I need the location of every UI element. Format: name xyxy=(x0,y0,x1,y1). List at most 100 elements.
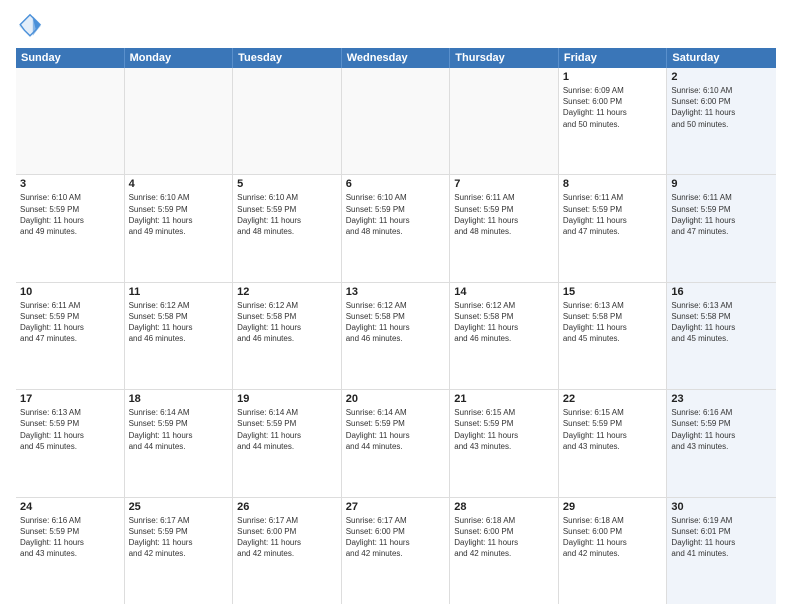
day-number: 30 xyxy=(671,501,772,513)
day-number: 15 xyxy=(563,286,663,298)
header xyxy=(16,12,776,40)
cell-info: Sunrise: 6:17 AM Sunset: 5:59 PM Dayligh… xyxy=(129,515,229,560)
cell-info: Sunrise: 6:09 AM Sunset: 6:00 PM Dayligh… xyxy=(563,85,663,130)
weekday-header: Friday xyxy=(559,48,668,68)
cell-info: Sunrise: 6:11 AM Sunset: 5:59 PM Dayligh… xyxy=(563,192,663,237)
calendar-cell xyxy=(125,68,234,174)
calendar-cell: 16 Sunrise: 6:13 AM Sunset: 5:58 PM Dayli… xyxy=(667,283,776,389)
day-number: 2 xyxy=(671,71,772,83)
page: SundayMondayTuesdayWednesdayThursdayFrid… xyxy=(0,0,792,612)
day-number: 24 xyxy=(20,501,120,513)
day-number: 4 xyxy=(129,178,229,190)
day-number: 1 xyxy=(563,71,663,83)
day-number: 7 xyxy=(454,178,554,190)
calendar-cell: 1 Sunrise: 6:09 AM Sunset: 6:00 PM Daylig… xyxy=(559,68,668,174)
day-number: 25 xyxy=(129,501,229,513)
calendar-cell xyxy=(233,68,342,174)
calendar-cell: 22 Sunrise: 6:15 AM Sunset: 5:59 PM Dayli… xyxy=(559,390,668,496)
day-number: 17 xyxy=(20,393,120,405)
cell-info: Sunrise: 6:11 AM Sunset: 5:59 PM Dayligh… xyxy=(454,192,554,237)
cell-info: Sunrise: 6:13 AM Sunset: 5:58 PM Dayligh… xyxy=(563,300,663,345)
day-number: 8 xyxy=(563,178,663,190)
weekday-header: Sunday xyxy=(16,48,125,68)
day-number: 21 xyxy=(454,393,554,405)
day-number: 13 xyxy=(346,286,446,298)
calendar-cell xyxy=(450,68,559,174)
calendar-cell: 10Sunrise: 6:11 AM Sunset: 5:59 PM Dayli… xyxy=(16,283,125,389)
day-number: 26 xyxy=(237,501,337,513)
cell-info: Sunrise: 6:10 AM Sunset: 5:59 PM Dayligh… xyxy=(346,192,446,237)
day-number: 18 xyxy=(129,393,229,405)
calendar-cell: 11Sunrise: 6:12 AM Sunset: 5:58 PM Dayli… xyxy=(125,283,234,389)
cell-info: Sunrise: 6:17 AM Sunset: 6:00 PM Dayligh… xyxy=(346,515,446,560)
cell-info: Sunrise: 6:13 AM Sunset: 5:58 PM Dayligh… xyxy=(671,300,772,345)
cell-info: Sunrise: 6:15 AM Sunset: 5:59 PM Dayligh… xyxy=(454,407,554,452)
day-number: 23 xyxy=(671,393,772,405)
cell-info: Sunrise: 6:19 AM Sunset: 6:01 PM Dayligh… xyxy=(671,515,772,560)
cell-info: Sunrise: 6:17 AM Sunset: 6:00 PM Dayligh… xyxy=(237,515,337,560)
calendar-cell: 9 Sunrise: 6:11 AM Sunset: 5:59 PM Daylig… xyxy=(667,175,776,281)
cell-info: Sunrise: 6:14 AM Sunset: 5:59 PM Dayligh… xyxy=(346,407,446,452)
cell-info: Sunrise: 6:11 AM Sunset: 5:59 PM Dayligh… xyxy=(671,192,772,237)
calendar-cell xyxy=(342,68,451,174)
calendar-cell: 7 Sunrise: 6:11 AM Sunset: 5:59 PM Daylig… xyxy=(450,175,559,281)
calendar-cell: 17Sunrise: 6:13 AM Sunset: 5:59 PM Dayli… xyxy=(16,390,125,496)
calendar-cell xyxy=(16,68,125,174)
calendar-cell: 13 Sunrise: 6:12 AM Sunset: 5:58 PM Dayli… xyxy=(342,283,451,389)
cell-info: Sunrise: 6:10 AM Sunset: 6:00 PM Dayligh… xyxy=(671,85,772,130)
day-number: 14 xyxy=(454,286,554,298)
calendar-cell: 21 Sunrise: 6:15 AM Sunset: 5:59 PM Dayli… xyxy=(450,390,559,496)
calendar-cell: 18Sunrise: 6:14 AM Sunset: 5:59 PM Dayli… xyxy=(125,390,234,496)
logo xyxy=(16,12,48,40)
calendar-cell: 5Sunrise: 6:10 AM Sunset: 5:59 PM Daylig… xyxy=(233,175,342,281)
day-number: 28 xyxy=(454,501,554,513)
calendar-cell: 15 Sunrise: 6:13 AM Sunset: 5:58 PM Dayli… xyxy=(559,283,668,389)
calendar-cell: 2 Sunrise: 6:10 AM Sunset: 6:00 PM Daylig… xyxy=(667,68,776,174)
calendar-row: 24 Sunrise: 6:16 AM Sunset: 5:59 PM Dayli… xyxy=(16,498,776,604)
cell-info: Sunrise: 6:10 AM Sunset: 5:59 PM Dayligh… xyxy=(20,192,120,237)
calendar-cell: 30 Sunrise: 6:19 AM Sunset: 6:01 PM Dayli… xyxy=(667,498,776,604)
calendar-cell: 24 Sunrise: 6:16 AM Sunset: 5:59 PM Dayli… xyxy=(16,498,125,604)
calendar-row: 17Sunrise: 6:13 AM Sunset: 5:59 PM Dayli… xyxy=(16,390,776,497)
weekday-header: Wednesday xyxy=(342,48,451,68)
calendar-cell: 29 Sunrise: 6:18 AM Sunset: 6:00 PM Dayli… xyxy=(559,498,668,604)
calendar-cell: 8 Sunrise: 6:11 AM Sunset: 5:59 PM Daylig… xyxy=(559,175,668,281)
calendar-cell: 12 Sunrise: 6:12 AM Sunset: 5:58 PM Dayli… xyxy=(233,283,342,389)
day-number: 11 xyxy=(129,286,229,298)
cell-info: Sunrise: 6:14 AM Sunset: 5:59 PM Dayligh… xyxy=(237,407,337,452)
day-number: 19 xyxy=(237,393,337,405)
cell-info: Sunrise: 6:18 AM Sunset: 6:00 PM Dayligh… xyxy=(563,515,663,560)
day-number: 9 xyxy=(671,178,772,190)
calendar-cell: 14Sunrise: 6:12 AM Sunset: 5:58 PM Dayli… xyxy=(450,283,559,389)
cell-info: Sunrise: 6:12 AM Sunset: 5:58 PM Dayligh… xyxy=(346,300,446,345)
cell-info: Sunrise: 6:16 AM Sunset: 5:59 PM Dayligh… xyxy=(671,407,772,452)
day-number: 22 xyxy=(563,393,663,405)
weekday-header: Saturday xyxy=(667,48,776,68)
calendar-cell: 19 Sunrise: 6:14 AM Sunset: 5:59 PM Dayli… xyxy=(233,390,342,496)
calendar-cell: 3 Sunrise: 6:10 AM Sunset: 5:59 PM Daylig… xyxy=(16,175,125,281)
calendar-body: 1 Sunrise: 6:09 AM Sunset: 6:00 PM Daylig… xyxy=(16,68,776,604)
calendar-row: 1 Sunrise: 6:09 AM Sunset: 6:00 PM Daylig… xyxy=(16,68,776,175)
day-number: 6 xyxy=(346,178,446,190)
calendar-cell: 20 Sunrise: 6:14 AM Sunset: 5:59 PM Dayli… xyxy=(342,390,451,496)
calendar: SundayMondayTuesdayWednesdayThursdayFrid… xyxy=(16,48,776,604)
cell-info: Sunrise: 6:12 AM Sunset: 5:58 PM Dayligh… xyxy=(237,300,337,345)
logo-icon xyxy=(16,12,44,40)
day-number: 10 xyxy=(20,286,120,298)
weekday-header: Thursday xyxy=(450,48,559,68)
calendar-cell: 27 Sunrise: 6:17 AM Sunset: 6:00 PM Dayli… xyxy=(342,498,451,604)
day-number: 27 xyxy=(346,501,446,513)
weekday-header: Tuesday xyxy=(233,48,342,68)
day-number: 3 xyxy=(20,178,120,190)
calendar-cell: 6 Sunrise: 6:10 AM Sunset: 5:59 PM Daylig… xyxy=(342,175,451,281)
cell-info: Sunrise: 6:15 AM Sunset: 5:59 PM Dayligh… xyxy=(563,407,663,452)
day-number: 20 xyxy=(346,393,446,405)
day-number: 16 xyxy=(671,286,772,298)
calendar-cell: 25 Sunrise: 6:17 AM Sunset: 5:59 PM Dayli… xyxy=(125,498,234,604)
cell-info: Sunrise: 6:10 AM Sunset: 5:59 PM Dayligh… xyxy=(237,192,337,237)
calendar-cell: 23 Sunrise: 6:16 AM Sunset: 5:59 PM Dayli… xyxy=(667,390,776,496)
day-number: 29 xyxy=(563,501,663,513)
cell-info: Sunrise: 6:10 AM Sunset: 5:59 PM Dayligh… xyxy=(129,192,229,237)
cell-info: Sunrise: 6:16 AM Sunset: 5:59 PM Dayligh… xyxy=(20,515,120,560)
day-number: 12 xyxy=(237,286,337,298)
